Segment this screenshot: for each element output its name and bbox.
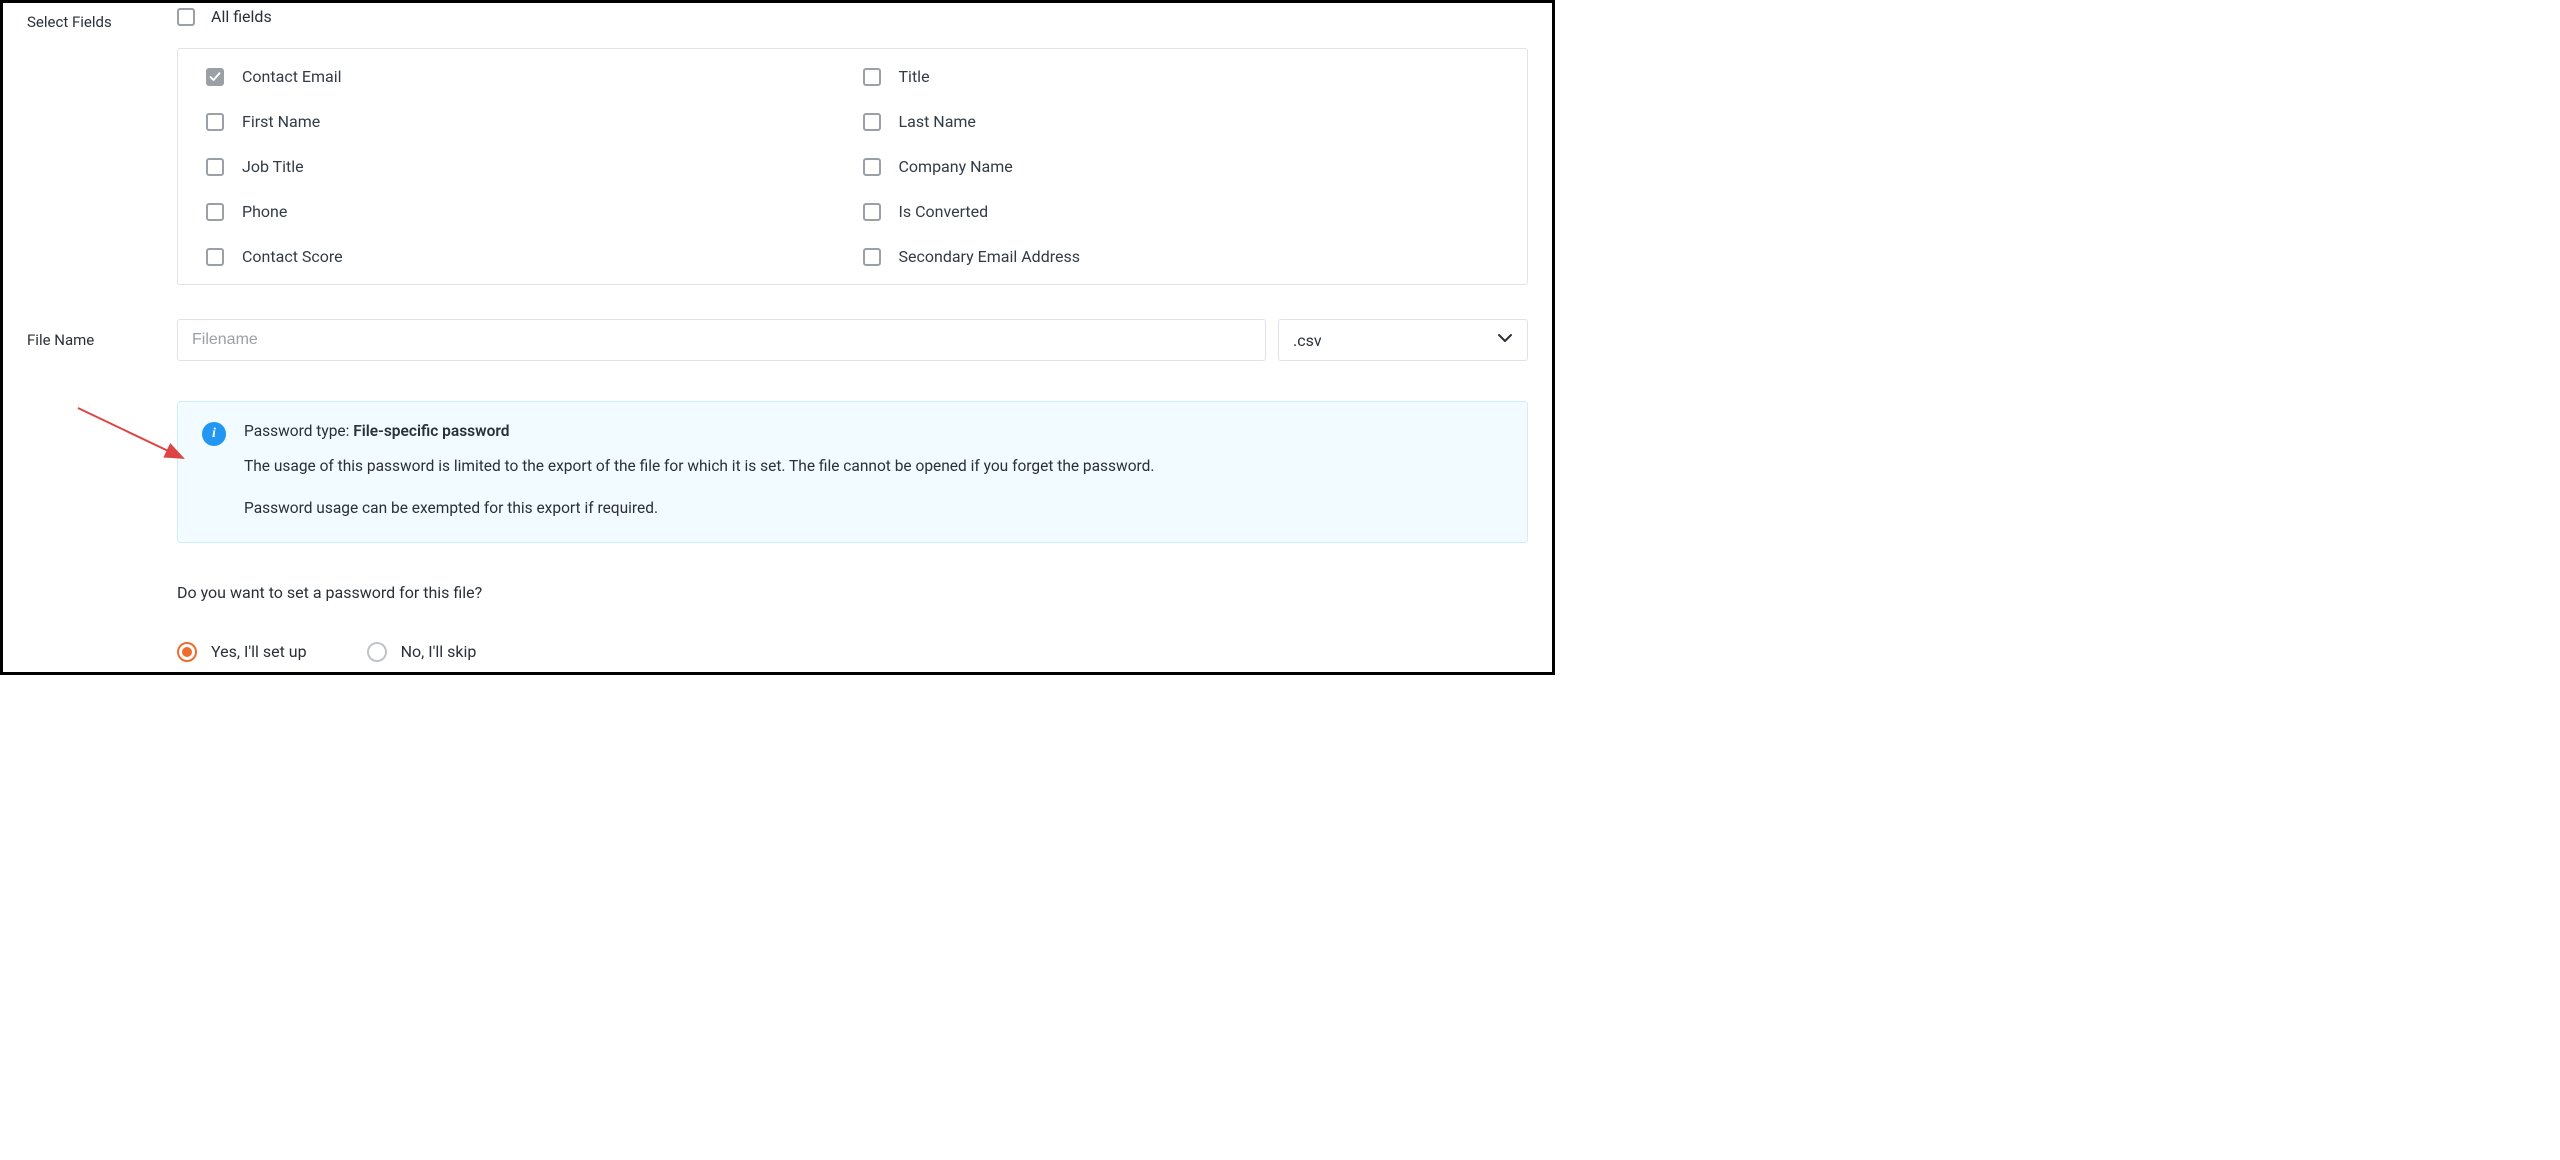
all-fields-label: All fields — [211, 7, 272, 26]
field-company-name: Company Name — [863, 157, 1500, 176]
field-company-name-label: Company Name — [899, 157, 1013, 176]
field-first-name: First Name — [206, 112, 843, 131]
field-phone: Phone — [206, 202, 843, 221]
field-last-name-label: Last Name — [899, 112, 976, 131]
field-title-checkbox[interactable] — [863, 68, 881, 86]
field-is-converted: Is Converted — [863, 202, 1500, 221]
filename-input[interactable] — [177, 319, 1266, 361]
field-contact-score-label: Contact Score — [242, 247, 343, 266]
file-name-label: File Name — [27, 331, 177, 349]
info-title-strong: File-specific password — [353, 422, 509, 440]
field-first-name-label: First Name — [242, 112, 320, 131]
field-contact-email-checkbox[interactable] — [206, 68, 224, 86]
field-title: Title — [863, 67, 1500, 86]
radio-yes-label: Yes, I'll set up — [211, 642, 307, 661]
info-line1: The usage of this password is limited to… — [244, 455, 1503, 478]
field-contact-score: Contact Score — [206, 247, 843, 266]
field-is-converted-checkbox[interactable] — [863, 203, 881, 221]
info-row: i Password type: File-specific password … — [27, 401, 1528, 543]
field-job-title: Job Title — [206, 157, 843, 176]
field-last-name-checkbox[interactable] — [863, 113, 881, 131]
file-name-row: File Name .csv — [27, 319, 1528, 361]
field-contact-email: Contact Email — [206, 67, 843, 86]
radio-yes-indicator — [177, 642, 197, 662]
radio-yes[interactable]: Yes, I'll set up — [177, 642, 307, 662]
field-phone-checkbox[interactable] — [206, 203, 224, 221]
info-title: Password type: File-specific password — [244, 420, 1503, 443]
info-line2: Password usage can be exempted for this … — [244, 497, 1503, 520]
field-secondary-email-checkbox[interactable] — [863, 248, 881, 266]
field-secondary-email-label: Secondary Email Address — [899, 247, 1080, 266]
field-title-label: Title — [899, 67, 930, 86]
field-first-name-checkbox[interactable] — [206, 113, 224, 131]
field-is-converted-label: Is Converted — [899, 202, 989, 221]
field-secondary-email: Secondary Email Address — [863, 247, 1500, 266]
password-question: Do you want to set a password for this f… — [27, 583, 1528, 602]
radio-no[interactable]: No, I'll skip — [367, 642, 477, 662]
select-fields-row: Select Fields All fields Contact Email — [27, 7, 1528, 285]
all-fields-checkbox[interactable] — [177, 8, 195, 26]
info-title-prefix: Password type: — [244, 422, 353, 440]
extension-value: .csv — [1293, 331, 1322, 350]
field-job-title-label: Job Title — [242, 157, 304, 176]
field-last-name: Last Name — [863, 112, 1500, 131]
field-phone-label: Phone — [242, 202, 287, 221]
export-form: Select Fields All fields Contact Email — [0, 0, 1555, 675]
field-company-name-checkbox[interactable] — [863, 158, 881, 176]
field-job-title-checkbox[interactable] — [206, 158, 224, 176]
password-info-box: i Password type: File-specific password … — [177, 401, 1528, 543]
extension-select[interactable]: .csv — [1278, 319, 1528, 361]
chevron-down-icon — [1497, 330, 1513, 350]
radio-no-indicator — [367, 642, 387, 662]
select-fields-label: Select Fields — [27, 7, 177, 31]
field-contact-score-checkbox[interactable] — [206, 248, 224, 266]
info-icon: i — [202, 422, 226, 446]
field-contact-email-label: Contact Email — [242, 67, 342, 86]
fields-box: Contact Email Title First Name — [177, 48, 1528, 285]
radio-no-label: No, I'll skip — [401, 642, 477, 661]
password-radio-group: Yes, I'll set up No, I'll skip — [27, 642, 1528, 662]
